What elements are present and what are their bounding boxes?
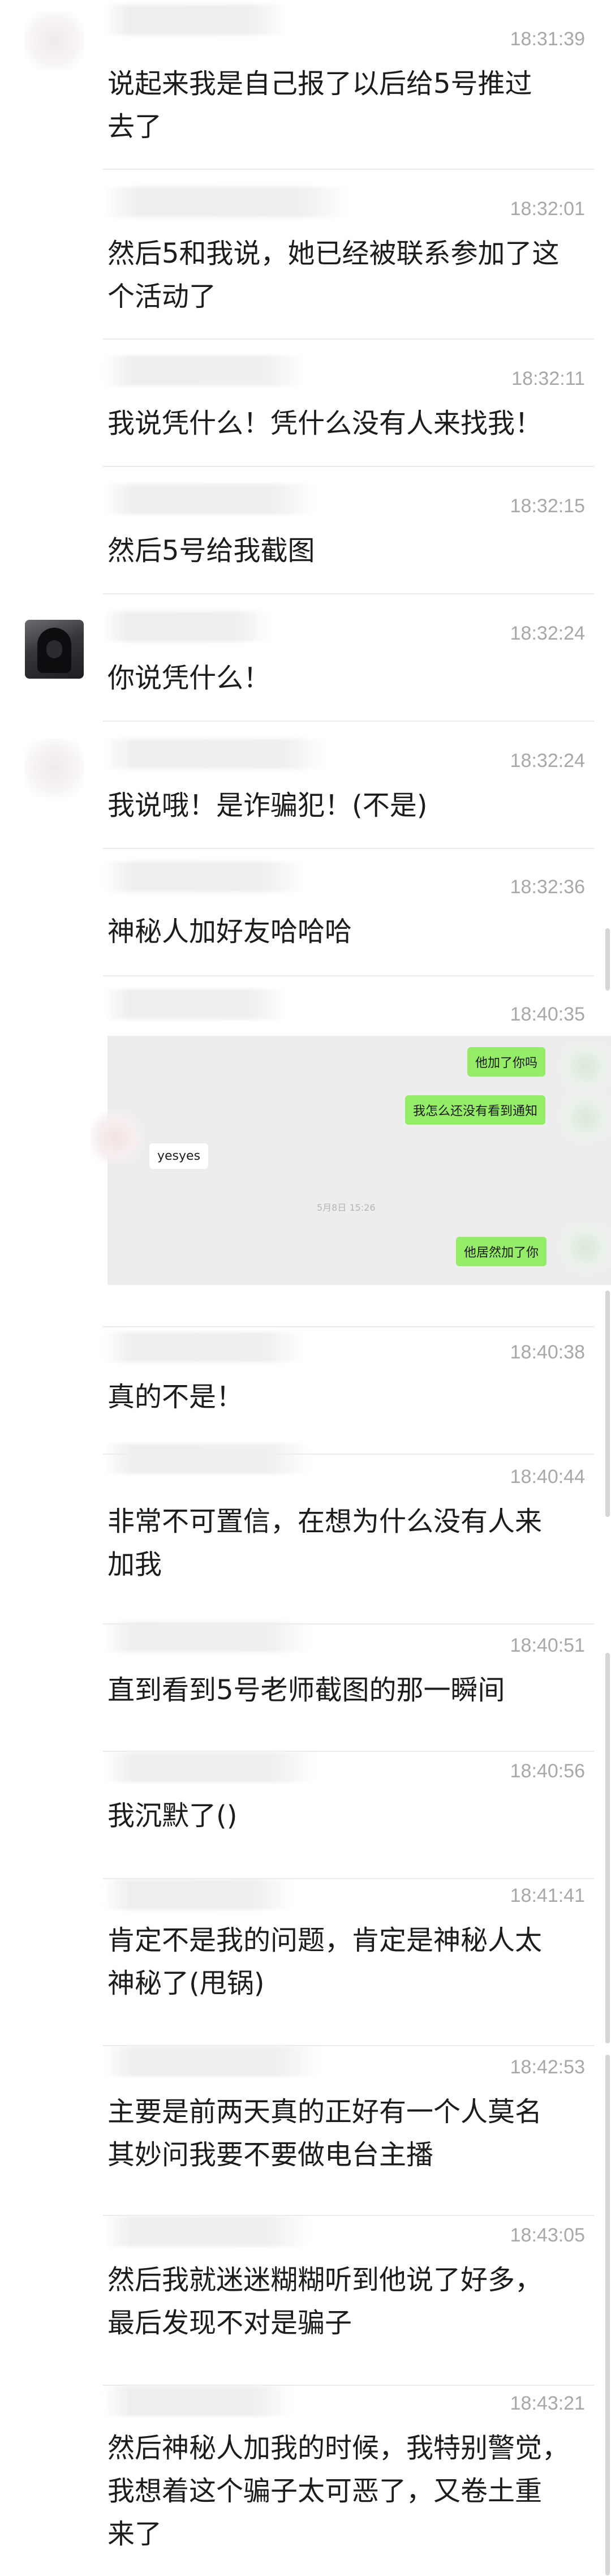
- message-time: 18:32:24: [510, 750, 585, 771]
- message-text: 然后5和我说，她已经被联系参加了这 个活动了: [107, 238, 560, 312]
- avatar-blurred: [560, 1223, 611, 1274]
- sender-name-blurred: [102, 989, 289, 1019]
- chat-message[interactable]: 18:31:39 说起来我是自己报了以后给5号推过 去了: [0, 0, 611, 170]
- chat-message[interactable]: 18:32:24 你说凭什么！: [0, 594, 611, 722]
- message-text: 直到看到5号老师截图的那一瞬间: [107, 1674, 505, 1706]
- message-time: 18:40:56: [510, 1760, 585, 1782]
- message-text: 肯定不是我的问题，肯定是神秘人太 神秘了(甩锅): [107, 1925, 543, 1999]
- message-text: 你说凭什么！: [107, 662, 271, 694]
- chat-screenshot-image[interactable]: 他加了你吗 我怎么还没有看到通知 yesyes 5月8日 15:26 他居然加了…: [91, 1036, 611, 1285]
- message-text: 说起来我是自己报了以后给5号推过 去了: [107, 68, 532, 143]
- message-text: 然后我就迷迷糊糊听到他说了好多， 最后发现不对是骗子: [107, 2264, 543, 2339]
- screenshot-bubble-right: 他加了你吗: [467, 1047, 546, 1077]
- sender-name-blurred: [102, 1879, 294, 1910]
- message-text: 我沉默了(): [107, 1800, 238, 1832]
- chat-message[interactable]: 18:40:44 非常不可置信，在想为什么没有人来 加我: [0, 1443, 611, 1625]
- screenshot-bubble-right: 我怎么还没有看到通知: [405, 1095, 546, 1125]
- message-text: 然后神秘人加我的时候，我特别警觉， 我想着这个骗子太可恶了，又卷土重 来了: [107, 2432, 570, 2550]
- message-time: 18:32:11: [511, 368, 585, 389]
- chat-message[interactable]: 18:40:38 真的不是！: [0, 1327, 611, 1455]
- face-shadow-icon: [46, 640, 62, 658]
- message-time: 18:32:36: [510, 876, 585, 898]
- message-time: 18:32:24: [510, 623, 585, 644]
- message-time: 18:32:01: [510, 198, 585, 220]
- chat-message[interactable]: 18:32:15 然后5号给我截图: [0, 467, 611, 594]
- avatar[interactable]: [25, 739, 84, 798]
- message-text: 主要是前两天真的正好有一个人莫名 其妙问我要不要做电台主播: [107, 2096, 543, 2171]
- message-time: 18:43:21: [510, 2393, 585, 2414]
- sender-name-blurred: [102, 5, 289, 35]
- message-time: 18:40:51: [510, 1635, 585, 1656]
- chat-message[interactable]: 18:32:11 我说凭什么！凭什么没有人来找我！: [0, 340, 611, 467]
- message-text: 我说凭什么！凭什么没有人来找我！: [107, 408, 543, 439]
- message-time: 18:31:39: [510, 28, 585, 50]
- sender-name-blurred: [102, 2216, 311, 2247]
- chat-message-image[interactable]: 18:40:35 他加了你吗 我怎么还没有看到通知 yesyes 5月8日 15…: [0, 976, 611, 1327]
- sender-name-blurred: [102, 739, 328, 769]
- message-time: 18:43:05: [510, 2224, 585, 2246]
- avatar[interactable]: [25, 620, 84, 679]
- sender-name-blurred: [102, 187, 351, 217]
- message-text: 我说哦！是诈骗犯！(不是): [107, 790, 428, 821]
- avatar-blurred: [560, 1092, 611, 1143]
- avatar-blurred: [91, 1112, 141, 1163]
- message-text: 然后5号给我截图: [107, 535, 315, 567]
- chat-message[interactable]: 18:40:51 直到看到5号老师截图的那一瞬间: [0, 1622, 611, 1752]
- message-time: 18:42:53: [510, 2056, 585, 2078]
- message-time: 18:40:35: [510, 1004, 585, 1025]
- chat-message[interactable]: 18:42:53 主要是前两天真的正好有一个人莫名 其妙问我要不要做电台主播: [0, 2046, 611, 2216]
- sender-name-blurred: [102, 861, 306, 892]
- sender-name-blurred: [102, 2386, 294, 2416]
- screenshot-bubble-left: yesyes: [149, 1143, 209, 1169]
- chat-message[interactable]: 18:43:05 然后我就迷迷糊糊听到他说了好多， 最后发现不对是骗子: [0, 2216, 611, 2386]
- sender-name-blurred: [102, 484, 317, 515]
- sender-name-blurred: [102, 611, 272, 642]
- chat-message[interactable]: 18:41:41 肯定不是我的问题，肯定是神秘人太 神秘了(甩锅): [0, 1879, 611, 2046]
- avatar[interactable]: [25, 11, 84, 70]
- message-time: 18:40:44: [510, 1466, 585, 1488]
- sender-name-blurred: [102, 1752, 317, 1782]
- screenshot-bubble-right: 他居然加了你: [456, 1237, 547, 1266]
- message-text: 神秘人加好友哈哈哈: [107, 916, 352, 948]
- chat-message[interactable]: 18:40:56 我沉默了(): [0, 1752, 611, 1879]
- chat-message[interactable]: 18:43:21 然后神秘人加我的时候，我特别警觉， 我想着这个骗子太可恶了，又…: [0, 2386, 611, 2576]
- sender-name-blurred: [102, 1332, 306, 1362]
- sender-name-blurred: [102, 1443, 311, 1474]
- message-time: 18:40:38: [510, 1341, 585, 1363]
- message-text: 真的不是！: [107, 1381, 244, 1413]
- message-text: 非常不可置信，在想为什么没有人来 加我: [107, 1506, 543, 1580]
- chat-message[interactable]: 18:32:24 我说哦！是诈骗犯！(不是): [0, 722, 611, 849]
- message-time: 18:32:15: [510, 495, 585, 517]
- chat-message[interactable]: 18:32:36 神秘人加好友哈哈哈: [0, 849, 611, 976]
- scrollbar-thumb[interactable]: [605, 2055, 610, 2575]
- sender-name-blurred: [102, 1622, 311, 1652]
- scrollbar-thumb[interactable]: [605, 1291, 610, 1517]
- sender-name-blurred: [102, 2046, 322, 2077]
- message-time: 18:41:41: [510, 1885, 585, 1906]
- scrollbar-thumb[interactable]: [605, 928, 610, 991]
- sender-name-blurred: [102, 355, 306, 386]
- chat-message[interactable]: 18:32:01 然后5和我说，她已经被联系参加了这 个活动了: [0, 170, 611, 340]
- screenshot-date-stamp: 5月8日 15:26: [317, 1202, 376, 1213]
- avatar-blurred: [560, 1041, 611, 1092]
- scrollbar-thumb[interactable]: [605, 1653, 610, 2043]
